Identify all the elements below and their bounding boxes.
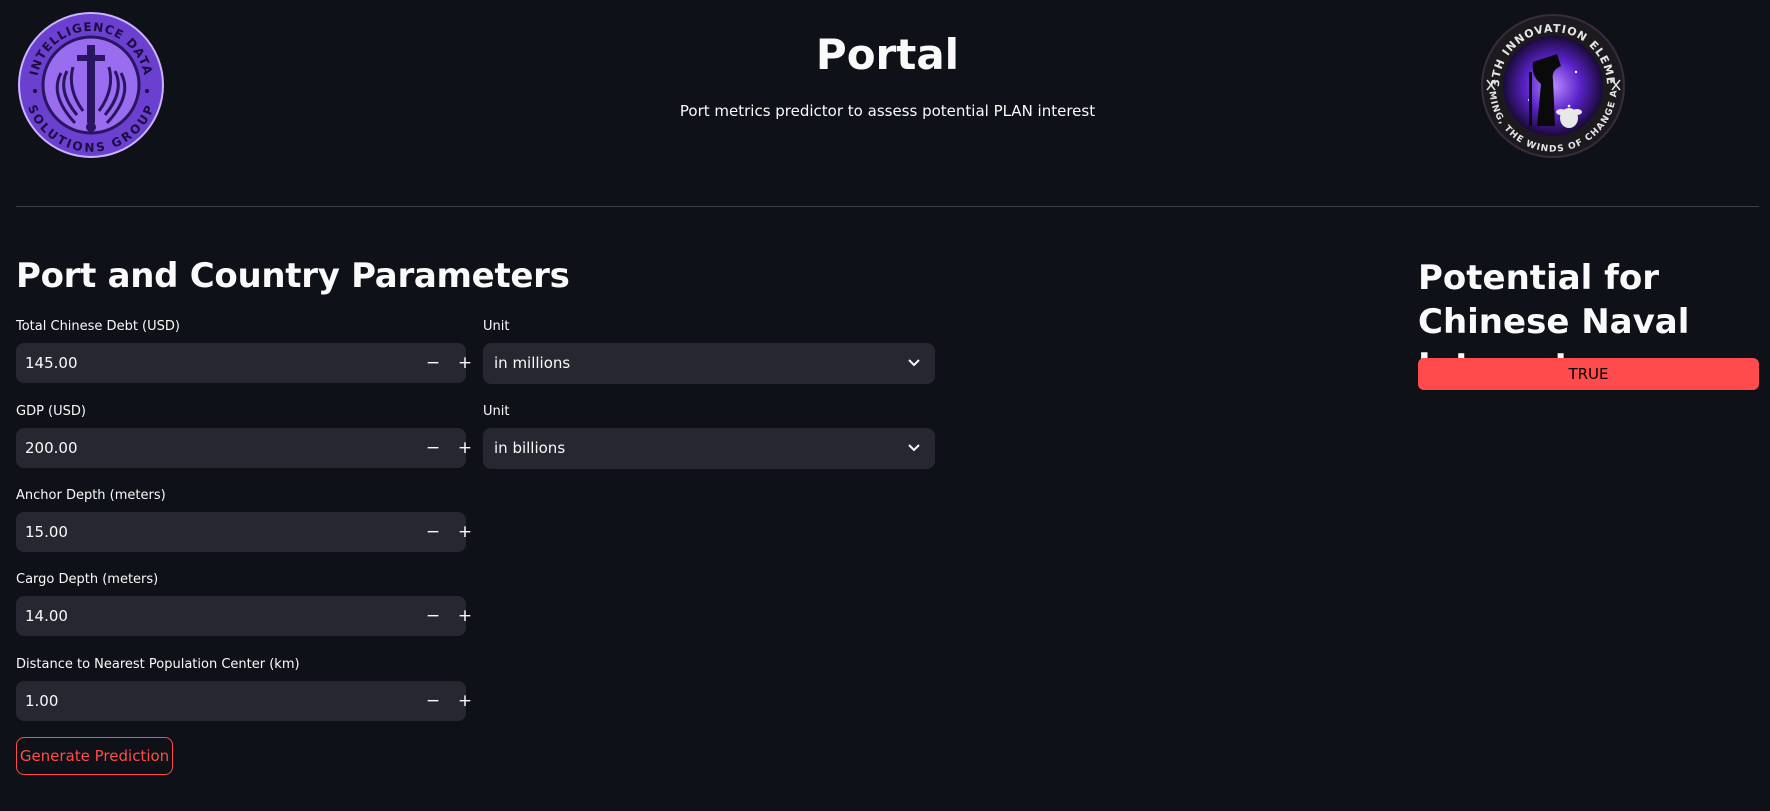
gdp-input[interactable]: 200.00 − +	[16, 428, 472, 468]
header-divider	[16, 206, 1759, 207]
generate-prediction-button[interactable]: Generate Prediction	[16, 737, 173, 775]
app-page: INTELLIGENCE DATA SOLUTIONS GROUP Portal…	[0, 0, 1770, 811]
anchor-depth-value[interactable]: 15.00	[25, 523, 68, 541]
cargo-depth-decrement-button[interactable]: −	[417, 596, 449, 636]
distance-decrement-button[interactable]: −	[417, 681, 449, 721]
gdp-increment-button[interactable]: +	[449, 428, 481, 468]
debt-label: Total Chinese Debt (USD)	[16, 319, 180, 334]
debt-increment-button[interactable]: +	[449, 343, 481, 383]
anchor-depth-decrement-button[interactable]: −	[417, 512, 449, 552]
distance-increment-button[interactable]: +	[449, 681, 481, 721]
cargo-depth-input[interactable]: 14.00 − +	[16, 596, 472, 636]
gdp-unit-label: Unit	[483, 404, 510, 419]
parameters-section-title: Port and Country Parameters	[16, 256, 570, 296]
innovation-element-logo-icon: 513TH INNOVATION ELEMENT COMING, THE WIN…	[1476, 4, 1626, 159]
gdp-decrement-button[interactable]: −	[417, 428, 449, 468]
debt-unit-label: Unit	[483, 319, 510, 334]
gdp-unit-select[interactable]: in billions	[483, 428, 935, 469]
distance-label: Distance to Nearest Population Center (k…	[16, 657, 300, 672]
chevron-down-icon	[908, 359, 920, 367]
debt-decrement-button[interactable]: −	[417, 343, 449, 383]
anchor-depth-input[interactable]: 15.00 − +	[16, 512, 472, 552]
gdp-unit-value: in billions	[494, 439, 566, 457]
cargo-depth-value[interactable]: 14.00	[25, 607, 68, 625]
cargo-depth-label: Cargo Depth (meters)	[16, 572, 159, 587]
cargo-depth-increment-button[interactable]: +	[449, 596, 481, 636]
debt-input[interactable]: 145.00 − +	[16, 343, 472, 383]
anchor-depth-increment-button[interactable]: +	[449, 512, 481, 552]
prediction-result-badge: TRUE	[1418, 358, 1759, 390]
debt-unit-select[interactable]: in millions	[483, 343, 935, 384]
gdp-label: GDP (USD)	[16, 404, 86, 419]
anchor-depth-label: Anchor Depth (meters)	[16, 488, 166, 503]
chevron-down-icon	[908, 444, 920, 452]
distance-input[interactable]: 1.00 − +	[16, 681, 472, 721]
distance-value[interactable]: 1.00	[25, 692, 58, 710]
gdp-value[interactable]: 200.00	[25, 439, 78, 457]
debt-value[interactable]: 145.00	[25, 354, 78, 372]
debt-unit-value: in millions	[494, 354, 571, 372]
